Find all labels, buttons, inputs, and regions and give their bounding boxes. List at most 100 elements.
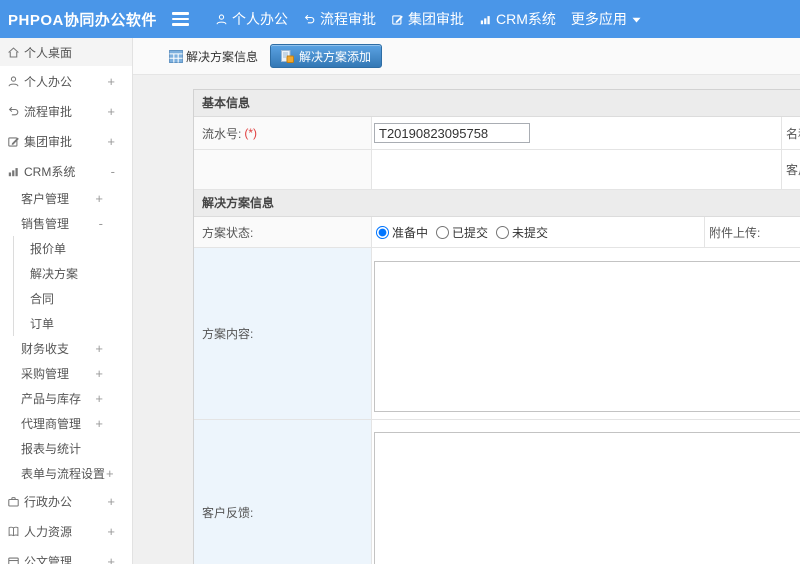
status-field-cell: 准备中 已提交 未提交 <box>372 217 705 247</box>
doc-icon <box>7 555 21 564</box>
status-radio-unsubmitted-input[interactable] <box>496 225 510 239</box>
sidebar-item-contract[interactable]: 合同 <box>14 286 132 311</box>
expand-icon[interactable]: + <box>95 366 103 381</box>
process-icon <box>303 13 316 26</box>
nav-item-more-apps[interactable]: 更多应用 <box>571 9 641 29</box>
sidebar-item-personal-desktop[interactable]: 个人桌面 <box>0 38 132 66</box>
sidebar-item-label: 个人桌面 <box>24 45 73 60</box>
solution-form: 基本信息 流水号: (*) 名称 客户 解决方案信息 方案状态: <box>193 89 800 564</box>
required-marker: (*) <box>244 126 258 140</box>
feedback-label-cell: 客户反馈: <box>194 420 372 564</box>
sidebar-item-group-approval[interactable]: 集团审批 + <box>0 126 132 156</box>
content-textarea[interactable] <box>374 261 800 412</box>
customer-label: 客户 <box>782 150 800 189</box>
sidebar-item-label: 代理商管理 <box>21 417 82 431</box>
feedback-field-cell <box>372 420 800 564</box>
sidebar-item-solution[interactable]: 解决方案 <box>14 261 132 286</box>
expand-icon[interactable]: + <box>107 74 115 89</box>
sidebar-item-product-inventory[interactable]: 产品与库存 + <box>0 386 132 411</box>
status-radio-preparing[interactable]: 准备中 <box>376 224 428 241</box>
serial-number-row: 流水号: (*) 名称 <box>194 117 800 150</box>
name-value-row: 客户 <box>194 150 800 190</box>
sidebar-item-sales-management[interactable]: 销售管理 - <box>0 211 132 236</box>
app-brand: PHPOA协同办公软件 <box>8 11 157 29</box>
sidebar-item-order[interactable]: 订单 <box>14 311 132 336</box>
expand-icon[interactable]: + <box>107 104 115 119</box>
expand-icon[interactable]: + <box>107 554 115 564</box>
sidebar-item-quotation[interactable]: 报价单 <box>14 236 132 261</box>
serial-number-label: 流水号: <box>202 126 242 141</box>
content-label: 方案内容: <box>202 327 254 341</box>
empty-label-cell <box>194 150 372 189</box>
sidebar-item-label: 采购管理 <box>21 367 70 381</box>
nav-item-crm-system[interactable]: CRM系统 <box>479 9 556 29</box>
status-radio-submitted-input[interactable] <box>436 225 450 239</box>
expand-icon[interactable]: + <box>107 524 115 539</box>
sidebar-item-admin-office[interactable]: 行政办公 + <box>0 486 132 516</box>
sidebar-item-human-resources[interactable]: 人力资源 + <box>0 516 132 546</box>
book-icon <box>7 525 21 538</box>
add-solution-button[interactable]: 解决方案添加 <box>270 44 383 68</box>
nav-item-label: 更多应用 <box>570 11 627 27</box>
sidebar-item-label: 表单与流程设置 <box>21 467 106 481</box>
feedback-label: 客户反馈: <box>202 505 254 520</box>
content-label-cell: 方案内容: <box>194 248 372 419</box>
sidebar-item-reports-statistics[interactable]: 报表与统计 <box>0 436 132 461</box>
expand-icon[interactable]: + <box>95 416 103 431</box>
sidebar-item-label: 行政办公 <box>24 494 73 509</box>
status-radio-preparing-label: 准备中 <box>392 225 429 240</box>
status-label: 方案状态: <box>202 225 254 240</box>
sidebar-item-label: 销售管理 <box>21 217 70 231</box>
nav-item-process-approval[interactable]: 流程审批 <box>303 9 376 29</box>
status-radio-preparing-input[interactable] <box>376 225 389 239</box>
briefcase-icon <box>7 495 21 508</box>
empty-field-cell <box>372 150 782 189</box>
status-radio-submitted[interactable]: 已提交 <box>436 224 488 241</box>
nav-item-group-approval[interactable]: 集团审批 <box>391 9 464 29</box>
edit-icon <box>391 13 404 26</box>
expand-icon[interactable]: + <box>107 494 115 509</box>
sidebar-item-label: 集团审批 <box>24 134 73 149</box>
sidebar-item-finance[interactable]: 财务收支 + <box>0 336 132 361</box>
sidebar-item-customer-management[interactable]: 客户管理 + <box>0 186 132 211</box>
menu-toggle-icon[interactable] <box>172 12 189 26</box>
expand-icon[interactable]: + <box>106 466 114 481</box>
content-area: 解决方案信息 解决方案添加 基本信息 流水号: (*) 名称 <box>133 38 800 564</box>
tab-solution-info[interactable]: 解决方案信息 <box>169 48 258 65</box>
sidebar-item-label: 产品与库存 <box>21 392 82 406</box>
sidebar-item-agent-management[interactable]: 代理商管理 + <box>0 411 132 436</box>
nav-item-personal-office[interactable]: 个人办公 <box>215 9 288 29</box>
serial-number-field-cell <box>372 117 782 149</box>
expand-icon[interactable]: + <box>95 341 103 356</box>
collapse-icon[interactable]: - <box>99 216 103 231</box>
sidebar-item-label: 财务收支 <box>21 342 70 356</box>
user-icon <box>7 75 21 88</box>
sidebar-item-crm-system[interactable]: CRM系统 - <box>0 156 132 186</box>
sidebar-item-purchasing[interactable]: 采购管理 + <box>0 361 132 386</box>
sidebar-item-form-flow-settings[interactable]: 表单与流程设置 + <box>0 461 132 486</box>
sidebar-item-document-management[interactable]: 公文管理 + <box>0 546 132 564</box>
sidebar-item-label: CRM系统 <box>24 164 76 179</box>
content-field-cell <box>372 248 800 419</box>
expand-icon[interactable]: + <box>107 134 115 149</box>
sidebar-item-label: 报表与统计 <box>21 442 82 456</box>
status-row: 方案状态: 准备中 已提交 未提交 附件上传: <box>194 217 800 248</box>
feedback-row: 客户反馈: <box>194 420 800 564</box>
edit-icon <box>7 135 21 148</box>
expand-icon[interactable]: + <box>95 191 103 206</box>
serial-number-input[interactable] <box>374 123 530 143</box>
expand-icon[interactable]: + <box>95 391 103 406</box>
nav-item-label: 个人办公 <box>232 11 288 27</box>
sidebar-item-label: 合同 <box>30 292 55 306</box>
tab-solution-info-label: 解决方案信息 <box>186 49 259 64</box>
status-label-cell: 方案状态: <box>194 217 372 247</box>
sidebar-item-process-approval[interactable]: 流程审批 + <box>0 96 132 126</box>
sidebar-item-label: 解决方案 <box>30 267 79 281</box>
sidebar-item-label: 客户管理 <box>21 192 70 206</box>
status-radio-unsubmitted[interactable]: 未提交 <box>496 224 548 241</box>
sidebar-subtree: 报价单解决方案合同订单 <box>13 236 132 336</box>
feedback-textarea[interactable] <box>374 432 800 564</box>
collapse-icon[interactable]: - <box>111 164 115 179</box>
sidebar-item-label: 公文管理 <box>24 554 73 564</box>
sidebar-item-personal-office[interactable]: 个人办公 + <box>0 66 132 96</box>
